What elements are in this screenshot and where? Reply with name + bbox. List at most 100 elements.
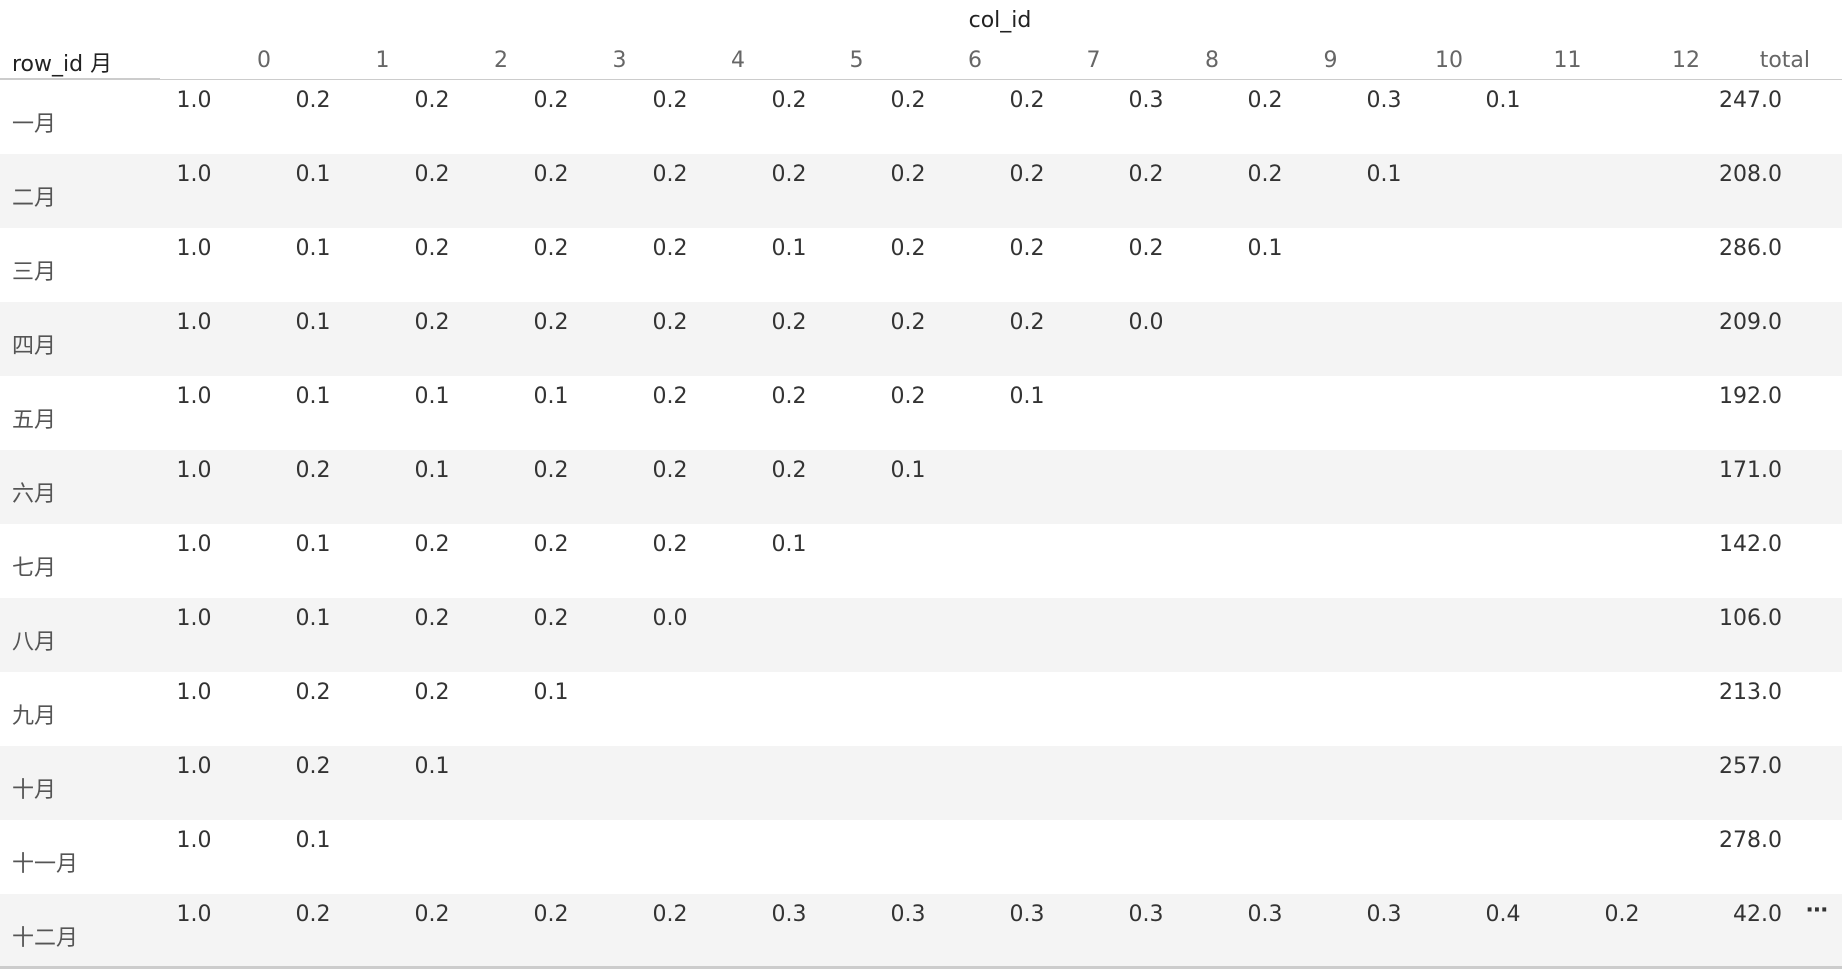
row-label[interactable]: 三月 xyxy=(12,254,56,286)
column-header[interactable]: 4 xyxy=(708,48,768,73)
row-label[interactable]: 二月 xyxy=(12,180,56,212)
column-header[interactable]: 8 xyxy=(1182,48,1242,73)
table-cell: 0.2 xyxy=(414,532,450,557)
total-cell: 209.0 xyxy=(1719,310,1782,335)
table-cell: 0.2 xyxy=(771,458,807,483)
table-cell: 0.2 xyxy=(771,384,807,409)
total-cell: 247.0 xyxy=(1719,88,1782,113)
table-cell: 0.2 xyxy=(533,310,569,335)
table-cell: 0.2 xyxy=(652,902,688,927)
table-cell: 0.2 xyxy=(890,236,926,261)
ellipsis-icon[interactable]: ⋯ xyxy=(1806,898,1828,923)
table-cell: 0.2 xyxy=(414,162,450,187)
total-cell: 278.0 xyxy=(1719,828,1782,853)
table-cell: 0.2 xyxy=(1009,162,1045,187)
table-cell: 0.2 xyxy=(890,162,926,187)
column-header[interactable]: 11 xyxy=(1538,48,1598,73)
row-label[interactable]: 十月 xyxy=(12,772,56,804)
row-label[interactable]: 七月 xyxy=(12,550,56,582)
column-header[interactable]: 6 xyxy=(945,48,1005,73)
table-cell: 0.2 xyxy=(890,384,926,409)
table-row: 五月 1.0 0.1 0.1 0.1 0.2 0.2 0.2 0.1 192.0 xyxy=(0,376,1842,450)
row-label[interactable]: 五月 xyxy=(12,402,56,434)
table-cell: 0.2 xyxy=(295,754,331,779)
column-header[interactable]: 0 xyxy=(234,48,294,73)
table-cell: 0.1 xyxy=(414,754,450,779)
table-cell: 1.0 xyxy=(176,162,212,187)
row-label[interactable]: 十一月 xyxy=(12,846,78,878)
row-label[interactable]: 八月 xyxy=(12,624,56,656)
row-label[interactable]: 十二月 xyxy=(12,920,78,952)
column-header[interactable]: 12 xyxy=(1656,48,1716,73)
table-cell: 0.2 xyxy=(414,88,450,113)
table-cell: 0.1 xyxy=(295,384,331,409)
column-header[interactable]: 3 xyxy=(590,48,650,73)
total-cell: 42.0 xyxy=(1733,902,1782,927)
table-cell: 0.2 xyxy=(1247,162,1283,187)
table-cell: 0.2 xyxy=(1247,88,1283,113)
table-row: 七月 1.0 0.1 0.2 0.2 0.2 0.1 142.0 xyxy=(0,524,1842,598)
total-cell: 213.0 xyxy=(1719,680,1782,705)
table-cell: 1.0 xyxy=(176,680,212,705)
table-cell: 0.1 xyxy=(295,532,331,557)
table-cell: 1.0 xyxy=(176,532,212,557)
table-cell: 0.2 xyxy=(771,310,807,335)
table-cell: 0.2 xyxy=(890,88,926,113)
table-cell: 0.1 xyxy=(533,384,569,409)
table-cell: 0.3 xyxy=(1128,88,1164,113)
table-cell: 0.1 xyxy=(1247,236,1283,261)
table-row: 二月 1.0 0.1 0.2 0.2 0.2 0.2 0.2 0.2 0.2 0.2 0.1 208.0 xyxy=(0,154,1842,228)
table-cell: 1.0 xyxy=(176,458,212,483)
table-cell: 0.1 xyxy=(890,458,926,483)
table-cell: 0.2 xyxy=(533,236,569,261)
table-row: 十月 1.0 0.2 0.1 257.0 xyxy=(0,746,1842,820)
table-cell: 0.2 xyxy=(652,162,688,187)
table-cell: 0.2 xyxy=(1009,236,1045,261)
column-header-total[interactable]: total xyxy=(1760,48,1810,73)
table-cell: 0.2 xyxy=(652,458,688,483)
table-cell: 0.2 xyxy=(533,902,569,927)
row-label[interactable]: 一月 xyxy=(12,106,56,138)
table-cell: 0.2 xyxy=(414,680,450,705)
column-header[interactable]: 5 xyxy=(827,48,887,73)
table-cell: 0.2 xyxy=(890,310,926,335)
total-cell: 142.0 xyxy=(1719,532,1782,557)
column-header[interactable]: 10 xyxy=(1419,48,1479,73)
column-header[interactable]: 1 xyxy=(353,48,413,73)
row-label[interactable]: 九月 xyxy=(12,698,56,730)
table-cell: 0.2 xyxy=(652,310,688,335)
table-cell: 0.2 xyxy=(533,532,569,557)
table-cell: 1.0 xyxy=(176,88,212,113)
table-bottom-border xyxy=(0,966,1842,969)
table-cell: 0.2 xyxy=(295,88,331,113)
table-cell: 0.2 xyxy=(652,384,688,409)
table-row: 十一月 1.0 0.1 278.0 xyxy=(0,820,1842,894)
table-row: 十二月 1.0 0.2 0.2 0.2 0.2 0.3 0.3 0.3 0.3 0.3 0.3 0.4 0… xyxy=(0,894,1842,968)
table-cell: 0.2 xyxy=(652,88,688,113)
total-cell: 171.0 xyxy=(1719,458,1782,483)
table-cell: 0.2 xyxy=(1128,236,1164,261)
table-cell: 1.0 xyxy=(176,828,212,853)
column-header[interactable]: 9 xyxy=(1301,48,1361,73)
row-label[interactable]: 四月 xyxy=(12,328,56,360)
table-cell: 0.0 xyxy=(652,606,688,631)
table-cell: 0.1 xyxy=(1485,88,1521,113)
table-cell: 0.1 xyxy=(295,606,331,631)
total-cell: 286.0 xyxy=(1719,236,1782,261)
table-cell: 0.3 xyxy=(890,902,926,927)
table-cell: 1.0 xyxy=(176,236,212,261)
row-header-title[interactable]: row_id 月 xyxy=(12,46,112,78)
table-cell: 0.2 xyxy=(1009,310,1045,335)
table-row: 九月 1.0 0.2 0.2 0.1 213.0 xyxy=(0,672,1842,746)
table-cell: 0.2 xyxy=(414,902,450,927)
table-cell: 0.1 xyxy=(414,384,450,409)
column-header[interactable]: 2 xyxy=(471,48,531,73)
row-label[interactable]: 六月 xyxy=(12,476,56,508)
table-cell: 0.2 xyxy=(533,88,569,113)
column-header[interactable]: 7 xyxy=(1064,48,1124,73)
table-cell: 0.2 xyxy=(771,162,807,187)
table-cell: 0.3 xyxy=(1366,902,1402,927)
table-cell: 0.2 xyxy=(295,458,331,483)
table-cell: 0.1 xyxy=(295,162,331,187)
table-row: 六月 1.0 0.2 0.1 0.2 0.2 0.2 0.1 171.0 xyxy=(0,450,1842,524)
